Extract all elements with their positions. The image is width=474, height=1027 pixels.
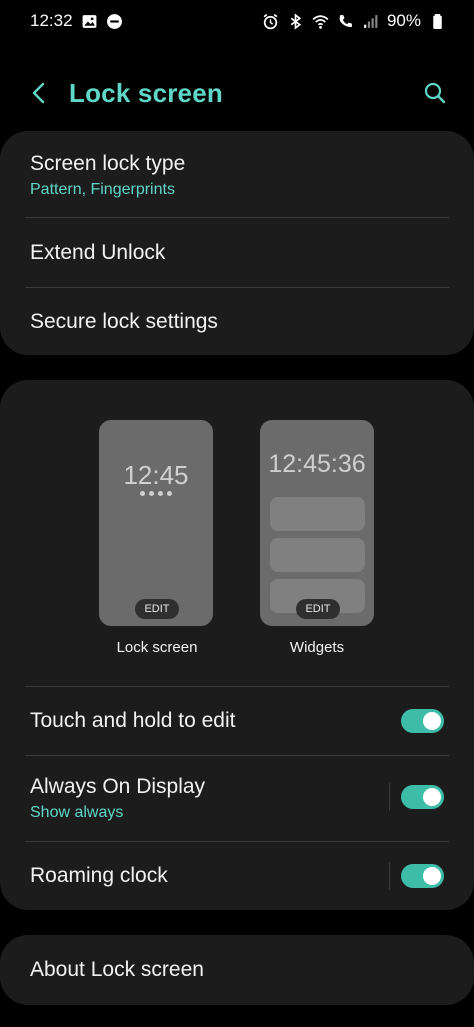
extend-unlock-row[interactable]: Extend Unlock bbox=[0, 218, 474, 287]
lock-screen-preview[interactable]: 12:45 EDIT bbox=[99, 420, 213, 626]
roaming-clock-label: Roaming clock bbox=[30, 864, 168, 887]
extend-unlock-label: Extend Unlock bbox=[30, 241, 166, 264]
image-icon bbox=[81, 13, 98, 30]
pin-dots bbox=[99, 491, 213, 496]
about-lock-screen-label: About Lock screen bbox=[30, 958, 204, 981]
roaming-clock-toggle[interactable] bbox=[401, 864, 444, 888]
widgets-preview-label: Widgets bbox=[289, 639, 345, 656]
dnd-icon bbox=[106, 13, 123, 30]
back-chevron-icon bbox=[32, 82, 45, 104]
battery-percent: 90% bbox=[386, 11, 421, 30]
lock-screen-preview-label: Lock screen bbox=[116, 639, 198, 656]
vertical-separator bbox=[389, 783, 390, 811]
secure-lock-settings-label: Secure lock settings bbox=[30, 310, 218, 333]
edit-lock-screen-button[interactable]: EDIT bbox=[135, 599, 179, 619]
always-on-display-row[interactable]: Always On Display Show always bbox=[0, 756, 474, 841]
status-left: 12:32 bbox=[30, 11, 123, 31]
preview-clock: 12:45 bbox=[123, 460, 189, 490]
widgets-preview[interactable]: 12:45:36 EDIT bbox=[260, 420, 374, 626]
widget-placeholder bbox=[270, 538, 365, 572]
search-button[interactable] bbox=[418, 76, 452, 110]
always-on-display-sub: Show always bbox=[30, 804, 124, 821]
wifi-call-icon bbox=[337, 13, 354, 30]
app-header: Lock screen bbox=[0, 62, 474, 124]
preview-clock: 12:45:36 bbox=[268, 450, 366, 478]
screen-lock-type-row[interactable]: Screen lock type Pattern, Fingerprints bbox=[0, 131, 474, 218]
bluetooth-icon bbox=[287, 12, 304, 30]
page-title: Lock screen bbox=[69, 78, 223, 108]
always-on-display-label: Always On Display bbox=[30, 775, 206, 798]
search-icon bbox=[424, 82, 446, 104]
touch-and-hold-label: Touch and hold to edit bbox=[30, 709, 236, 732]
vertical-separator bbox=[389, 862, 390, 890]
touch-and-hold-row[interactable]: Touch and hold to edit bbox=[0, 687, 474, 755]
status-bar: 12:32 90% bbox=[0, 0, 474, 42]
alarm-icon bbox=[262, 13, 279, 30]
edit-widgets-button[interactable]: EDIT bbox=[296, 599, 340, 619]
always-on-display-toggle[interactable] bbox=[401, 785, 444, 809]
about-lock-screen-row[interactable]: About Lock screen bbox=[0, 935, 474, 1005]
status-time: 12:32 bbox=[30, 11, 73, 30]
lock-screen-customize-card: 12:45 EDIT Lock screen 12:45:36 EDIT Wid… bbox=[0, 380, 474, 910]
about-card: About Lock screen bbox=[0, 935, 474, 1005]
widget-placeholder bbox=[270, 497, 365, 531]
status-right: 90% bbox=[262, 11, 446, 31]
touch-and-hold-toggle[interactable] bbox=[401, 709, 444, 733]
security-settings-card: Screen lock type Pattern, Fingerprints E… bbox=[0, 131, 474, 355]
battery-icon bbox=[429, 13, 446, 30]
wifi-icon bbox=[312, 13, 329, 30]
roaming-clock-row[interactable]: Roaming clock bbox=[0, 842, 474, 910]
screen-lock-type-label: Screen lock type bbox=[30, 152, 186, 175]
signal-icon bbox=[362, 13, 379, 30]
screen-lock-type-value: Pattern, Fingerprints bbox=[30, 181, 175, 198]
back-button[interactable] bbox=[22, 76, 56, 110]
secure-lock-settings-row[interactable]: Secure lock settings bbox=[0, 288, 474, 355]
